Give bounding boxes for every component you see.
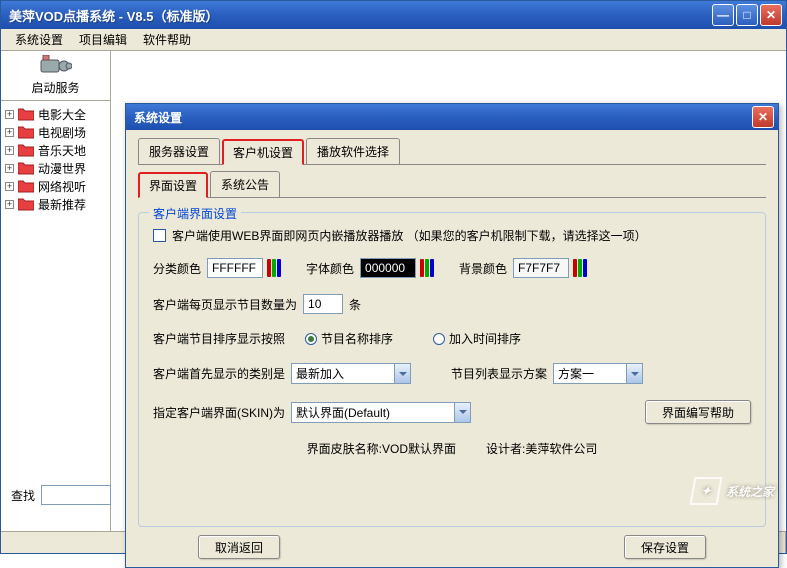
close-button[interactable]: ✕ <box>760 4 782 26</box>
chevron-down-icon <box>394 364 410 383</box>
main-window: 美萍VOD点播系统 - V8.5（标准版） — □ ✕ 系统设置 项目编辑 软件… <box>0 0 787 554</box>
font-color-input[interactable] <box>360 258 416 278</box>
sort-by-time-radio[interactable] <box>433 333 445 345</box>
tab-server-settings[interactable]: 服务器设置 <box>138 138 220 164</box>
tab-client-settings[interactable]: 客户机设置 <box>222 139 304 165</box>
dialog-title: 系统设置 <box>134 109 182 126</box>
designer-label: 设计者: <box>486 440 525 457</box>
search-row: 查找 <box>11 485 111 505</box>
tabs-secondary: 界面设置 系统公告 <box>138 171 766 198</box>
folder-icon <box>18 197 34 211</box>
menu-project-edit[interactable]: 项目编辑 <box>71 29 135 50</box>
tab-ui-settings[interactable]: 界面设置 <box>138 172 208 198</box>
dialog-buttons: 取消返回 保存设置 <box>138 527 766 559</box>
main-body: 启动服务 +电影大全 +电视剧场 +音乐天地 +动漫世界 +网络视听 +最新推荐… <box>1 51 786 531</box>
dialog-body: 服务器设置 客户机设置 播放软件选择 界面设置 系统公告 客户端界面设置 客户端… <box>126 130 778 567</box>
tree-item[interactable]: +电影大全 <box>3 105 108 123</box>
expand-icon[interactable]: + <box>5 146 14 155</box>
dialog-titlebar: 系统设置 ✕ <box>126 104 778 130</box>
skin-help-button[interactable]: 界面编写帮助 <box>645 400 751 424</box>
tabs-primary: 服务器设置 客户机设置 播放软件选择 <box>138 138 766 165</box>
category-color-input[interactable] <box>207 258 263 278</box>
color-picker-icon[interactable] <box>573 259 588 277</box>
start-service-label: 启动服务 <box>31 79 79 96</box>
category-tree: +电影大全 +电视剧场 +音乐天地 +动漫世界 +网络视听 +最新推荐 <box>1 101 110 217</box>
skin-label: 指定客户端界面(SKIN)为 <box>153 404 285 421</box>
folder-icon <box>18 179 34 193</box>
window-title: 美萍VOD点播系统 - V8.5（标准版） <box>9 6 218 25</box>
category-color-label: 分类颜色 <box>153 260 201 277</box>
sort-by-name-label: 节目名称排序 <box>321 330 393 347</box>
tab-player-select[interactable]: 播放软件选择 <box>306 138 400 164</box>
settings-dialog: 系统设置 ✕ 服务器设置 客户机设置 播放软件选择 界面设置 系统公告 客户端界… <box>125 103 779 568</box>
tree-item[interactable]: +动漫世界 <box>3 159 108 177</box>
sort-label: 客户端节目排序显示按照 <box>153 330 285 347</box>
client-ui-groupbox: 客户端界面设置 客户端使用WEB界面即网页内嵌播放器播放 （如果您的客户机限制下… <box>138 212 766 527</box>
camcorder-icon <box>40 55 72 77</box>
minimize-button[interactable]: — <box>712 4 734 26</box>
expand-icon[interactable]: + <box>5 182 14 191</box>
bg-color-label: 背景颜色 <box>459 260 507 277</box>
sort-by-time-label: 加入时间排序 <box>449 330 521 347</box>
expand-icon[interactable]: + <box>5 128 14 137</box>
cancel-button[interactable]: 取消返回 <box>198 535 280 559</box>
start-service-button[interactable]: 启动服务 <box>1 51 110 101</box>
designer-value: 美萍软件公司 <box>525 440 597 457</box>
web-ui-checkbox-label: 客户端使用WEB界面即网页内嵌播放器播放 （如果您的客户机限制下载，请选择这一项… <box>172 227 647 244</box>
groupbox-title: 客户端界面设置 <box>149 205 241 222</box>
tab-system-notice[interactable]: 系统公告 <box>210 171 280 197</box>
font-color-label: 字体颜色 <box>306 260 354 277</box>
menu-system-settings[interactable]: 系统设置 <box>7 29 71 50</box>
per-page-input[interactable] <box>303 294 343 314</box>
folder-icon <box>18 107 34 121</box>
color-picker-icon[interactable] <box>267 259 282 277</box>
tree-item[interactable]: +网络视听 <box>3 177 108 195</box>
skin-select[interactable]: 默认界面(Default) <box>291 402 471 423</box>
skin-name-label: 界面皮肤名称: <box>307 440 382 457</box>
list-scheme-label: 节目列表显示方案 <box>451 365 547 382</box>
folder-icon <box>18 143 34 157</box>
expand-icon[interactable]: + <box>5 164 14 173</box>
tree-item[interactable]: +电视剧场 <box>3 123 108 141</box>
tree-item[interactable]: +最新推荐 <box>3 195 108 213</box>
sort-by-name-radio[interactable] <box>305 333 317 345</box>
folder-icon <box>18 161 34 175</box>
skin-name-value: VOD默认界面 <box>382 440 456 457</box>
menubar: 系统设置 项目编辑 软件帮助 <box>1 29 786 51</box>
menu-software-help[interactable]: 软件帮助 <box>135 29 199 50</box>
save-button[interactable]: 保存设置 <box>624 535 706 559</box>
search-label: 查找 <box>11 487 35 504</box>
first-show-label: 客户端首先显示的类别是 <box>153 365 285 382</box>
search-input[interactable] <box>41 485 111 505</box>
per-page-label: 客户端每页显示节目数量为 <box>153 296 297 313</box>
folder-icon <box>18 125 34 139</box>
tree-item[interactable]: +音乐天地 <box>3 141 108 159</box>
window-controls: — □ ✕ <box>712 4 782 26</box>
main-titlebar: 美萍VOD点播系统 - V8.5（标准版） — □ ✕ <box>1 1 786 29</box>
expand-icon[interactable]: + <box>5 200 14 209</box>
web-ui-checkbox[interactable] <box>153 229 166 242</box>
bg-color-input[interactable] <box>513 258 569 278</box>
color-picker-icon[interactable] <box>420 259 435 277</box>
maximize-button[interactable]: □ <box>736 4 758 26</box>
left-pane: 启动服务 +电影大全 +电视剧场 +音乐天地 +动漫世界 +网络视听 +最新推荐 <box>1 51 111 531</box>
first-show-select[interactable]: 最新加入 <box>291 363 411 384</box>
chevron-down-icon <box>626 364 642 383</box>
per-page-unit: 条 <box>349 296 361 313</box>
dialog-close-button[interactable]: ✕ <box>752 106 774 128</box>
chevron-down-icon <box>454 403 470 422</box>
expand-icon[interactable]: + <box>5 110 14 119</box>
list-scheme-select[interactable]: 方案一 <box>553 363 643 384</box>
